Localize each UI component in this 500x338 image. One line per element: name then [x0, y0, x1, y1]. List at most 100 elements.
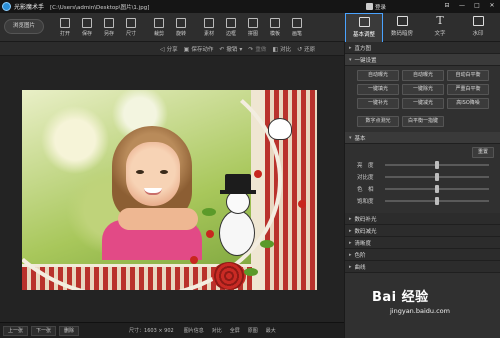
- tool-resize[interactable]: 尺寸: [120, 16, 142, 40]
- tab-basic-adjust[interactable]: 基本调整: [345, 13, 383, 42]
- fullscreen-button[interactable]: 全屏: [230, 327, 240, 334]
- auto-exposure-button-2[interactable]: 自动曝光: [402, 70, 444, 81]
- brush-icon: [292, 18, 302, 28]
- slider-thumb[interactable]: [435, 173, 439, 181]
- mode-tabs: 基本调整 数码暗房 T 文字 水印: [345, 13, 497, 42]
- tool-label: 尺寸: [125, 31, 136, 37]
- view-controls: 图片信息 对比 全屏 原图 最大: [184, 327, 276, 334]
- folder-icon: [60, 18, 70, 28]
- zoom-max-button[interactable]: 最大: [266, 327, 276, 334]
- restore-button[interactable]: ↺ 还原: [297, 45, 316, 54]
- redo-button[interactable]: ↷ 重做: [248, 45, 267, 54]
- reset-button[interactable]: 重置: [472, 147, 494, 158]
- slider-thumb[interactable]: [435, 161, 439, 169]
- strict-white-balance-button[interactable]: 严重白平衡: [447, 84, 489, 95]
- tool-rotate[interactable]: 旋转: [170, 16, 192, 40]
- one-click-remove-light-button[interactable]: 一键除光: [402, 84, 444, 95]
- delete-button[interactable]: 删除: [59, 325, 80, 336]
- slider-track[interactable]: [385, 161, 489, 169]
- section-curves[interactable]: ▸ 曲线: [345, 261, 500, 273]
- browse-images-button[interactable]: 浏览图片: [4, 19, 44, 34]
- section-levels[interactable]: ▸ 色阶: [345, 249, 500, 261]
- tool-label: 裁剪: [153, 31, 164, 37]
- leaf-decoration: [202, 208, 216, 216]
- chevron-right-icon: ▸: [349, 227, 352, 234]
- one-click-reduce-light-button[interactable]: 一键减光: [402, 98, 444, 109]
- compare-button[interactable]: ◧ 对比: [272, 45, 292, 54]
- slider-label: 亮 度: [357, 163, 374, 169]
- tool-material[interactable]: 素材: [198, 16, 220, 40]
- slider-thumb[interactable]: [435, 197, 439, 205]
- berry-decoration: [190, 256, 198, 264]
- undo-button[interactable]: ↶ 撤销 ▾: [219, 45, 243, 54]
- slider-track[interactable]: [385, 197, 489, 205]
- photo-preview[interactable]: [22, 90, 317, 290]
- share-button[interactable]: ◁ 分享: [160, 45, 178, 54]
- prev-image-button[interactable]: 上一张: [3, 325, 29, 336]
- tool-collage[interactable]: 拼图: [242, 16, 264, 40]
- slider-thumb[interactable]: [435, 185, 439, 193]
- save-action-label: 保存动作: [191, 47, 214, 53]
- compare-view-button[interactable]: 对比: [212, 327, 222, 334]
- save-action-button[interactable]: ▣ 保存动作: [184, 45, 214, 54]
- tab-digital-darkroom[interactable]: 数码暗房: [383, 13, 421, 42]
- spot-metering-button[interactable]: 数字点测光: [357, 116, 399, 127]
- share-icon: ◁: [160, 45, 165, 53]
- watermark-url: jingyan.baidu.com: [390, 307, 450, 315]
- section-clarity[interactable]: ▸ 清晰度: [345, 237, 500, 249]
- tab-text[interactable]: T 文字: [421, 13, 459, 42]
- chevron-down-icon: ▾: [239, 45, 243, 53]
- reset-row: 重置: [345, 144, 500, 159]
- template-icon: [270, 18, 280, 28]
- status-bar: 上一张 下一张 删除 尺寸：1603 × 902 图片信息 对比 全屏 原图 最…: [0, 322, 344, 338]
- close-button[interactable]: ✕: [486, 2, 498, 10]
- tool-open[interactable]: 打开: [54, 16, 76, 40]
- login-label: 登录: [375, 4, 387, 11]
- section-fill-light[interactable]: ▸ 数码补光: [345, 213, 500, 225]
- white-balance-picker-button[interactable]: 白平衡一指键: [402, 116, 444, 127]
- restore-label: 还原: [304, 47, 316, 53]
- high-iso-denoise-button[interactable]: 高ISO降噪: [447, 98, 489, 109]
- edit-icon: [358, 17, 370, 27]
- tool-template[interactable]: 模板: [264, 16, 286, 40]
- berry-decoration: [254, 170, 262, 178]
- section-histogram[interactable]: ▸ 直方图: [345, 42, 500, 54]
- maximize-button[interactable]: □: [471, 2, 483, 10]
- action-items: ◁ 分享 ▣ 保存动作 ↶ 撤销 ▾ ↷ 重做 ◧ 对比 ↺ 还原: [160, 45, 316, 54]
- redo-label: 重做: [255, 47, 267, 53]
- skin-button[interactable]: ⊟: [441, 2, 453, 10]
- slider-track[interactable]: [385, 185, 489, 193]
- auto-exposure-button[interactable]: 自动曝光: [357, 70, 399, 81]
- one-click-fill-light-button[interactable]: 一键填光: [357, 84, 399, 95]
- minimize-button[interactable]: —: [456, 2, 468, 10]
- tab-watermark[interactable]: 水印: [459, 13, 497, 42]
- section-reduce-light[interactable]: ▸ 数码减光: [345, 225, 500, 237]
- auto-white-balance-button[interactable]: 自动白平衡: [447, 70, 489, 81]
- one-click-add-light-button[interactable]: 一键补光: [357, 98, 399, 109]
- original-size-button[interactable]: 原图: [248, 327, 258, 334]
- image-canvas[interactable]: [0, 56, 344, 322]
- snowman-body: [219, 210, 255, 256]
- section-label: 清晰度: [354, 240, 372, 247]
- slider-label: 对比度: [357, 175, 374, 181]
- login-button[interactable]: 登录: [366, 2, 412, 11]
- tool-label: 画笔: [291, 31, 302, 37]
- section-one-click[interactable]: ▾ 一键设置: [345, 54, 500, 66]
- tab-label: 数码暗房: [390, 31, 413, 37]
- berry-decoration: [206, 230, 214, 238]
- section-label: 曲线: [354, 264, 366, 271]
- undo-icon: ↶: [219, 45, 225, 53]
- section-basic[interactable]: ▾ 基本: [345, 132, 500, 144]
- tool-border[interactable]: 边框: [220, 16, 242, 40]
- image-info-button[interactable]: 图片信息: [184, 327, 204, 334]
- tool-crop[interactable]: 裁剪: [148, 16, 170, 40]
- tool-label: 保存: [81, 31, 92, 37]
- next-image-button[interactable]: 下一张: [31, 325, 57, 336]
- tool-brush[interactable]: 画笔: [286, 16, 308, 40]
- slider-track[interactable]: [385, 173, 489, 181]
- section-label: 直方图: [354, 45, 372, 52]
- tool-save-as[interactable]: 另存: [98, 16, 120, 40]
- section-label: 一键设置: [354, 57, 377, 64]
- tool-save[interactable]: 保存: [76, 16, 98, 40]
- compare-label: 对比: [280, 47, 292, 53]
